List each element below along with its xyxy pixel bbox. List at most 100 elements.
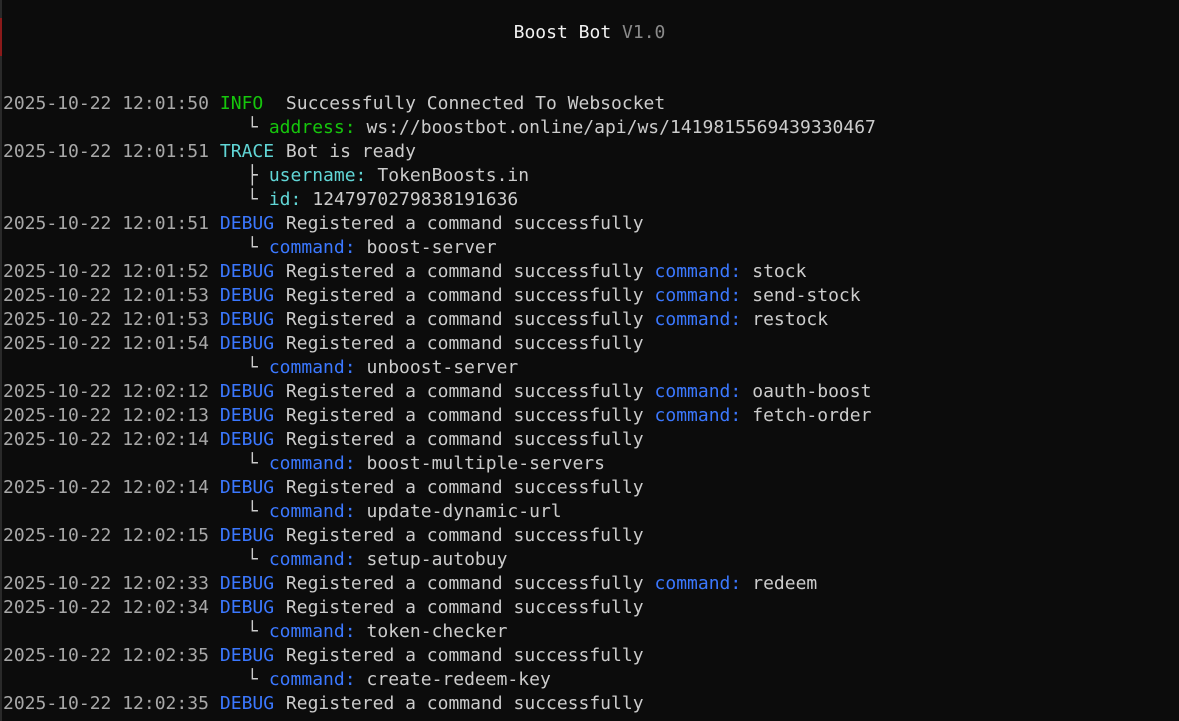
log-field: └ command: update-dynamic-url: [3, 500, 876, 524]
log-level: DEBUG: [219, 333, 275, 354]
log-message: Registered a command successfully: [285, 477, 644, 498]
log-indent: [3, 548, 247, 572]
log-level: DEBUG: [219, 405, 275, 426]
log-field: └ command: boost-server: [3, 236, 876, 260]
log-timestamp: 2025-10-22 12:01:50: [3, 93, 209, 114]
log-field-value: create-redeem-key: [366, 669, 551, 690]
log-field-value: send-stock: [752, 285, 861, 306]
log-message: Registered a command successfully: [285, 573, 644, 594]
log-field-key: command:: [268, 549, 356, 570]
log-field-value: redeem: [752, 573, 818, 594]
log-field-key: command:: [654, 405, 742, 426]
log-timestamp: 2025-10-22 12:02:15: [3, 525, 209, 546]
log-indent: [3, 236, 247, 260]
log-field-value: fetch-order: [752, 405, 872, 426]
log-timestamp: 2025-10-22 12:02:12: [3, 381, 209, 402]
log-timestamp: 2025-10-22 12:02:35: [3, 645, 209, 666]
log-field-key: command:: [268, 453, 356, 474]
log-level: DEBUG: [219, 381, 275, 402]
log-level: DEBUG: [219, 309, 275, 330]
log-indent: [3, 188, 247, 212]
log-field-value: token-checker: [366, 621, 508, 642]
log-message: Registered a command successfully: [285, 645, 644, 666]
log-timestamp: 2025-10-22 12:02:35: [3, 693, 209, 714]
tree-branch-glyph: └: [247, 453, 258, 474]
log-entry: 2025-10-22 12:02:14 DEBUG Registered a com…: [3, 428, 876, 452]
log-message: Registered a command successfully: [285, 285, 644, 306]
log-message: Registered a command successfully: [285, 693, 644, 714]
log-entry: 2025-10-22 12:01:53 DEBUG Registered a com…: [3, 308, 876, 332]
log-field-key: command:: [268, 237, 356, 258]
log-indent: [3, 164, 247, 188]
log-entry: 2025-10-22 12:01:52 DEBUG Registered a com…: [3, 260, 876, 284]
log-indent: [3, 500, 247, 524]
log-indent: [3, 116, 247, 140]
log-timestamp: 2025-10-22 12:02:34: [3, 597, 209, 618]
log-timestamp: 2025-10-22 12:01:53: [3, 285, 209, 306]
log-field-key: command:: [654, 261, 742, 282]
log-field: └ command: unboost-server: [3, 356, 876, 380]
log-field: └ command: setup-autobuy: [3, 548, 876, 572]
log-entry: 2025-10-22 12:01:51 TRACE Bot is ready: [3, 140, 876, 164]
log-message: Registered a command successfully: [285, 525, 644, 546]
log-timestamp: 2025-10-22 12:01:51: [3, 141, 209, 162]
log-timestamp: 2025-10-22 12:01:53: [3, 309, 209, 330]
log-timestamp: 2025-10-22 12:01:54: [3, 333, 209, 354]
log-entry: 2025-10-22 12:02:14 DEBUG Registered a com…: [3, 476, 876, 500]
tree-branch-glyph: └: [247, 501, 258, 522]
app-name: Boost Bot: [513, 22, 612, 43]
log-level: DEBUG: [219, 261, 275, 282]
tree-branch-glyph: └: [247, 621, 258, 642]
console-title: Boost Bot V1.0: [0, 21, 1179, 45]
log-level: DEBUG: [219, 645, 275, 666]
log-field-value: unboost-server: [366, 357, 519, 378]
log-level: DEBUG: [219, 429, 275, 450]
log-message: Registered a command successfully: [285, 333, 644, 354]
window-left-edge: [0, 0, 2, 721]
log-level: DEBUG: [219, 597, 275, 618]
log-timestamp: 2025-10-22 12:02:13: [3, 405, 209, 426]
log-entry: 2025-10-22 12:01:50 INFO Successfully Conn…: [3, 92, 876, 116]
log-indent: [3, 668, 247, 692]
log-entry: 2025-10-22 12:02:12 DEBUG Registered a com…: [3, 380, 876, 404]
log-indent: [3, 620, 247, 644]
log-field: └ address: ws://boostbot.online/api/ws/141…: [3, 116, 876, 140]
log-message: Registered a command successfully: [285, 429, 644, 450]
log-field-key: command:: [654, 309, 742, 330]
log-field-key: command:: [268, 621, 356, 642]
tree-branch-glyph: └: [247, 669, 258, 690]
log-field: └ command: boost-multiple-servers: [3, 452, 876, 476]
log-field-key: id:: [268, 189, 302, 210]
log-entry: 2025-10-22 12:02:33 DEBUG Registered a com…: [3, 572, 876, 596]
log-field-key: command:: [654, 573, 742, 594]
log-field-value: boost-multiple-servers: [366, 453, 605, 474]
log-timestamp: 2025-10-22 12:01:52: [3, 261, 209, 282]
log-level: DEBUG: [219, 285, 275, 306]
log-indent: [3, 356, 247, 380]
log-entry: 2025-10-22 12:02:15 DEBUG Registered a com…: [3, 524, 876, 548]
